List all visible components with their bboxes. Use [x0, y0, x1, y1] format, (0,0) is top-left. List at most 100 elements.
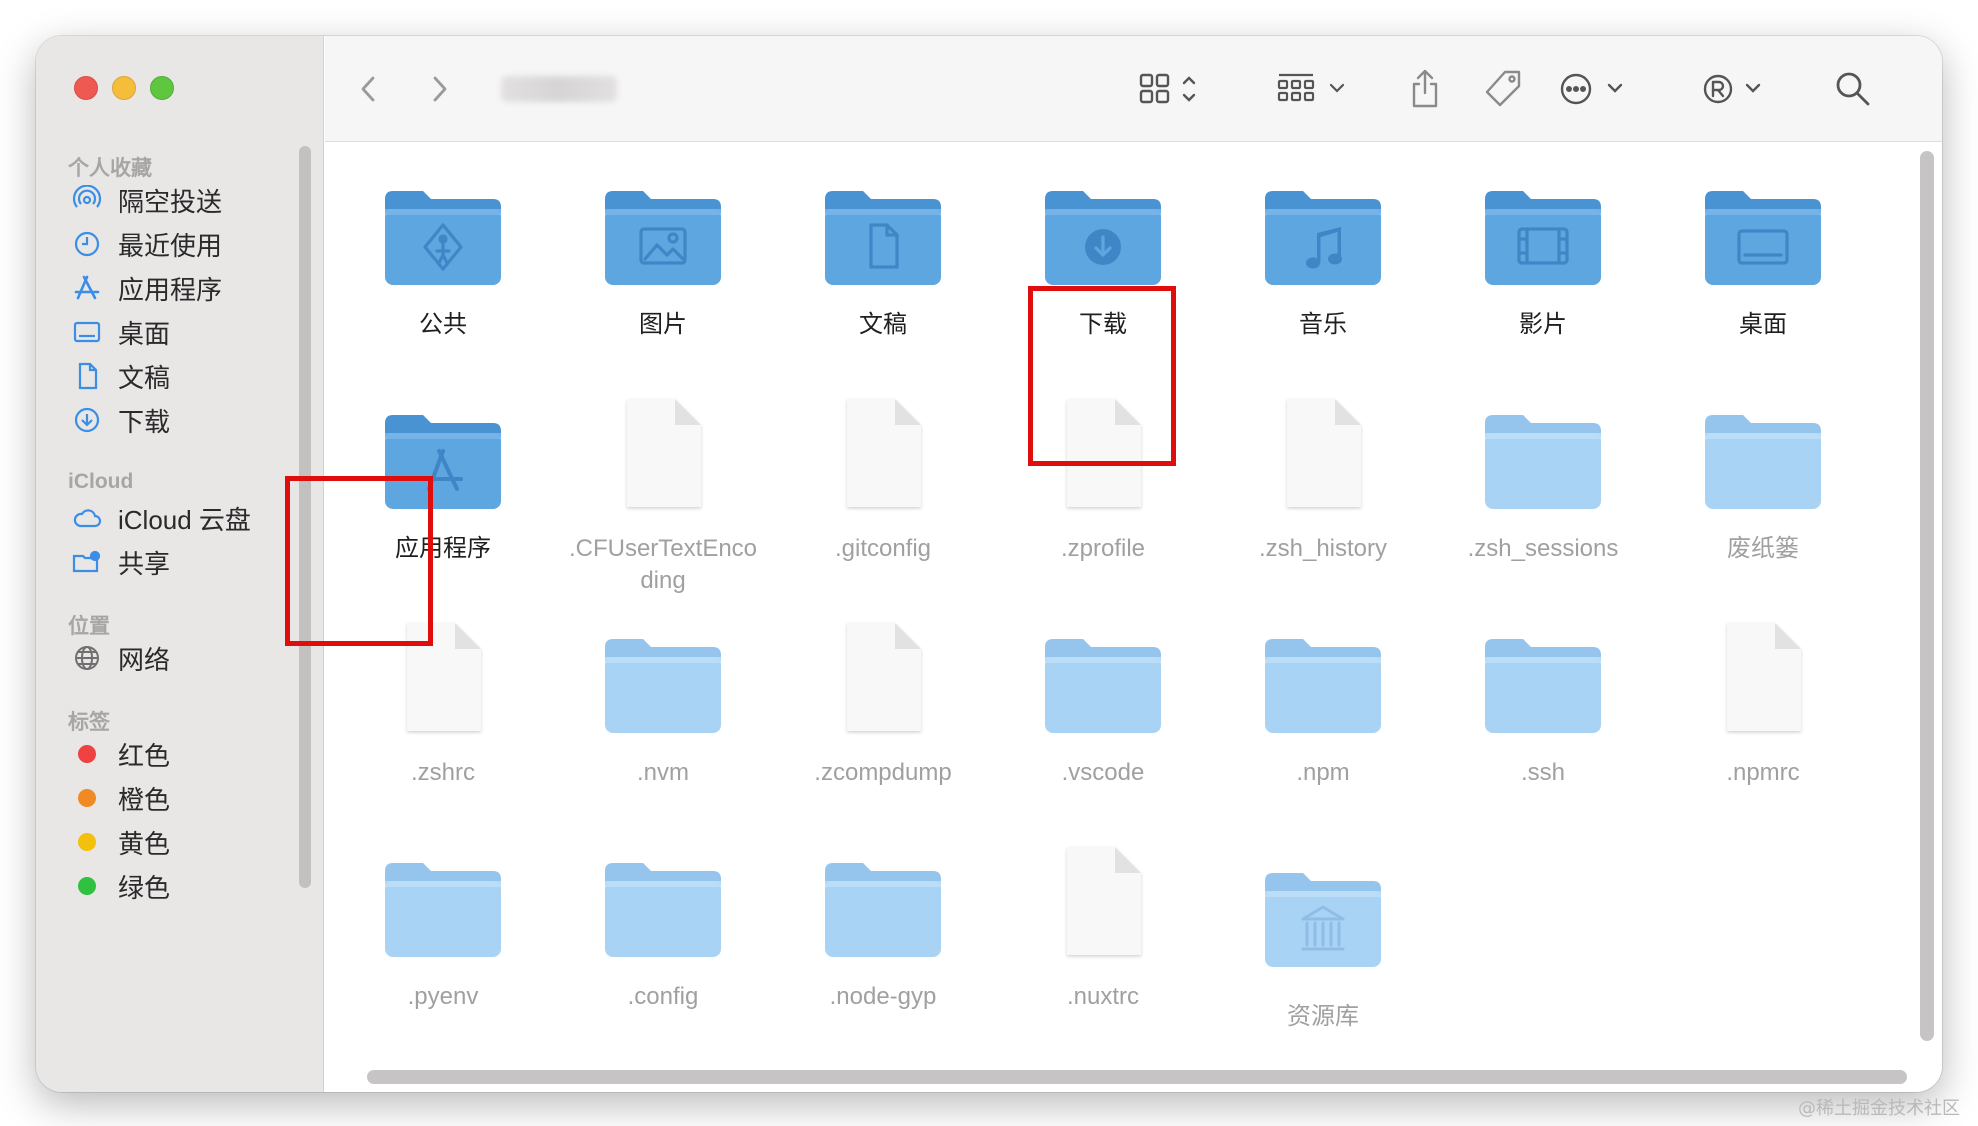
sidebar-item-label: 隔空投送: [118, 186, 223, 217]
folder-item[interactable]: .npm: [1213, 619, 1433, 789]
folder-item[interactable]: 桌面: [1653, 171, 1873, 341]
sidebar-item-downloads[interactable]: 下载: [70, 398, 170, 442]
folder-item[interactable]: .vscode: [993, 619, 1213, 789]
folder-desktop-icon: [1653, 171, 1873, 289]
group-icon: [1277, 73, 1345, 102]
folder-icon: [993, 619, 1213, 737]
sidebar-tag-yellow[interactable]: 黄色: [70, 820, 170, 864]
tag-dot: [78, 789, 96, 807]
highlight-box-zshrc: [285, 476, 433, 646]
sidebar-item-label: 黄色: [118, 828, 171, 859]
toolbar: [325, 36, 1942, 142]
horizontal-scrollbar[interactable]: [367, 1070, 1907, 1084]
folder-item[interactable]: 资源库: [1213, 843, 1433, 1033]
sidebar-item-desktop[interactable]: 桌面: [70, 310, 170, 354]
back-button[interactable]: [355, 64, 383, 114]
folder-icon: [1213, 619, 1433, 737]
folder-icon: [1653, 395, 1873, 513]
sidebar-tag-red[interactable]: 红色: [70, 732, 170, 776]
zoom-button[interactable]: [150, 76, 174, 100]
sidebar-item-network[interactable]: 网络: [70, 636, 170, 680]
folder-item[interactable]: .pyenv: [333, 843, 553, 1013]
download-icon: [70, 403, 104, 437]
folder-icon: [553, 843, 773, 961]
account-icon: [1703, 74, 1761, 104]
file-name: 资源库: [1287, 1003, 1359, 1030]
folder-icon: [773, 843, 993, 961]
sidebar-item-label: 绿色: [118, 872, 171, 903]
view-mode-button[interactable]: [1137, 64, 1207, 114]
folder-public-icon: [333, 171, 553, 289]
folder-item[interactable]: .config: [553, 843, 773, 1013]
sidebar-item-airdrop[interactable]: 隔空投送: [70, 178, 222, 222]
search-icon: [1836, 72, 1870, 106]
sidebar-item-label: 红色: [118, 740, 171, 771]
clock-icon: [70, 227, 104, 261]
account-button[interactable]: [1701, 64, 1771, 114]
file-item[interactable]: .zcompdump: [773, 619, 993, 789]
file-item[interactable]: .CFUserTextEnco ding: [553, 395, 773, 597]
search-button[interactable]: [1833, 64, 1873, 114]
sidebar-item-recents[interactable]: 最近使用: [70, 222, 222, 266]
sidebar-item-label: 网络: [118, 644, 171, 675]
file-name: .npm: [1296, 759, 1350, 786]
tag-dot: [78, 833, 96, 851]
folder-item[interactable]: 文稿: [773, 171, 993, 341]
tag-dot: [78, 745, 96, 763]
file-name: 图片: [639, 311, 687, 338]
file-item[interactable]: .gitconfig: [773, 395, 993, 565]
sidebar-tag-green[interactable]: 绿色: [70, 864, 170, 908]
folder-documents-icon: [773, 171, 993, 289]
folder-pictures-icon: [553, 171, 773, 289]
sidebar-item-label: 应用程序: [118, 274, 223, 305]
file-name: 废纸篓: [1727, 535, 1799, 562]
tag-button[interactable]: [1481, 64, 1525, 114]
file-item[interactable]: .nuxtrc: [993, 843, 1213, 1013]
document-file-icon: [1653, 619, 1873, 737]
forward-icon: [433, 76, 447, 102]
sidebar-item-label: 下载: [118, 406, 171, 437]
close-button[interactable]: [74, 76, 98, 100]
file-name: .config: [627, 983, 699, 1010]
more-actions-button[interactable]: [1557, 64, 1631, 114]
folder-item[interactable]: .node-gyp: [773, 843, 993, 1013]
vertical-scrollbar[interactable]: [1920, 151, 1934, 1041]
folder-item[interactable]: .zsh_sessions: [1433, 395, 1653, 565]
file-name: .zprofile: [1060, 535, 1146, 562]
folder-item[interactable]: .nvm: [553, 619, 773, 789]
airdrop-icon: [70, 183, 104, 217]
folder-item[interactable]: 公共: [333, 171, 553, 341]
sidebar-item-icloud-drive[interactable]: iCloud 云盘: [70, 496, 251, 540]
document-file-icon: [993, 843, 1213, 961]
group-button[interactable]: [1275, 64, 1351, 114]
folder-item[interactable]: 音乐: [1213, 171, 1433, 341]
folder-item[interactable]: .ssh: [1433, 619, 1653, 789]
sidebar-section-icloud: iCloud: [68, 470, 134, 493]
folder-item[interactable]: 废纸篓: [1653, 395, 1873, 565]
folder-item[interactable]: 图片: [553, 171, 773, 341]
sidebar-item-shared[interactable]: 共享: [70, 540, 170, 584]
folder-movies-icon: [1433, 171, 1653, 289]
sidebar-item-label: 共享: [118, 548, 171, 579]
window-controls: [74, 76, 174, 100]
forward-button[interactable]: [425, 64, 453, 114]
file-name: .node-gyp: [829, 983, 937, 1010]
sidebar-item-documents[interactable]: 文稿: [70, 354, 170, 398]
desktop-icon: [70, 315, 104, 349]
file-item[interactable]: .zsh_history: [1213, 395, 1433, 565]
file-name: .zsh_sessions: [1467, 535, 1619, 562]
sidebar-tag-orange[interactable]: 橙色: [70, 776, 170, 820]
share-icon: [1412, 69, 1438, 108]
file-name: .npmrc: [1726, 759, 1800, 786]
tag-icon: [1485, 70, 1521, 107]
file-item[interactable]: .npmrc: [1653, 619, 1873, 789]
document-icon: [70, 359, 104, 393]
sidebar-item-label: iCloud 云盘: [118, 504, 251, 535]
minimize-button[interactable]: [112, 76, 136, 100]
folder-icon: [1433, 395, 1653, 513]
share-button[interactable]: [1405, 64, 1445, 114]
document-file-icon: [1213, 395, 1433, 513]
file-name: .zcompdump: [814, 759, 952, 786]
folder-item[interactable]: 影片: [1433, 171, 1653, 341]
sidebar-item-applications[interactable]: 应用程序: [70, 266, 222, 310]
